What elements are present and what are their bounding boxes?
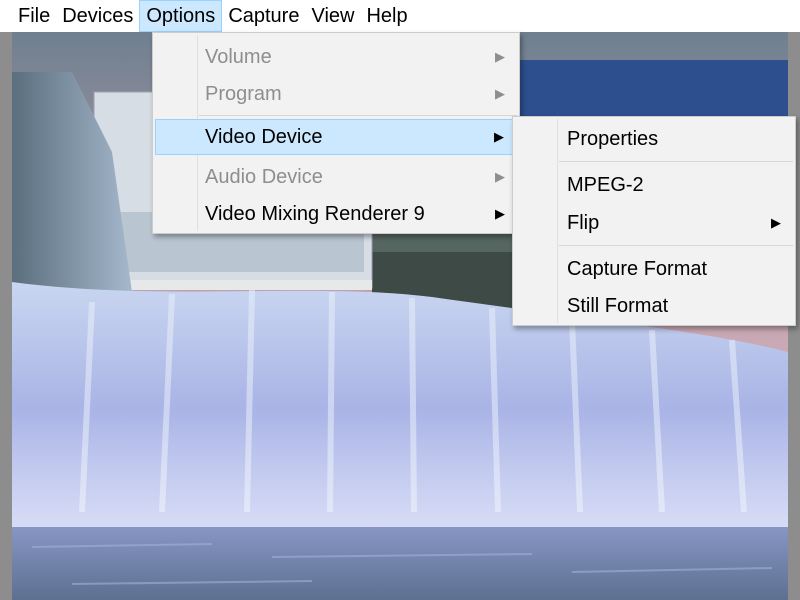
menu-item-label: Program bbox=[205, 83, 282, 105]
menu-item-audio-device[interactable]: Audio Device ▶ bbox=[155, 159, 517, 195]
menu-item-label: Audio Device bbox=[205, 166, 323, 188]
submenu-arrow-icon: ▶ bbox=[495, 169, 505, 184]
menu-capture[interactable]: Capture bbox=[222, 0, 305, 32]
menu-item-label: Flip bbox=[567, 212, 600, 234]
menu-item-label: Video Mixing Renderer 9 bbox=[205, 203, 425, 225]
menu-item-label: Volume bbox=[205, 46, 272, 68]
menu-item-video-device[interactable]: Video Device ▶ bbox=[155, 119, 517, 155]
menu-help[interactable]: Help bbox=[360, 0, 413, 32]
menu-item-program[interactable]: Program ▶ bbox=[155, 76, 517, 112]
submenu-arrow-icon: ▶ bbox=[495, 86, 505, 101]
menu-item-volume[interactable]: Volume ▶ bbox=[155, 39, 517, 75]
menu-separator bbox=[199, 115, 517, 116]
options-dropdown-menu: Volume ▶ Program ▶ Video Device ▶ Audio … bbox=[152, 32, 520, 234]
menu-bar: File Devices Options Capture View Help bbox=[0, 0, 800, 32]
menu-item-properties[interactable]: Properties bbox=[515, 121, 793, 157]
menu-devices[interactable]: Devices bbox=[56, 0, 139, 32]
menu-item-still-format[interactable]: Still Format bbox=[515, 288, 793, 324]
window-border-left bbox=[0, 32, 12, 600]
menu-item-label: Still Format bbox=[567, 295, 669, 317]
submenu-arrow-icon: ▶ bbox=[771, 215, 781, 230]
menu-item-video-mixing-renderer-9[interactable]: Video Mixing Renderer 9 ▶ bbox=[155, 196, 517, 232]
menu-item-flip[interactable]: Flip ▶ bbox=[515, 205, 793, 241]
menu-view[interactable]: View bbox=[305, 0, 360, 32]
menu-separator bbox=[559, 161, 793, 162]
submenu-arrow-icon: ▶ bbox=[495, 206, 505, 221]
menu-item-label: Properties bbox=[567, 128, 659, 150]
menu-options[interactable]: Options bbox=[139, 0, 223, 32]
menu-item-label: MPEG-2 bbox=[567, 174, 644, 196]
submenu-arrow-icon: ▶ bbox=[495, 49, 505, 64]
menu-item-label: Capture Format bbox=[567, 258, 708, 280]
menu-item-mpeg-2[interactable]: MPEG-2 bbox=[515, 167, 793, 203]
menu-separator bbox=[559, 245, 793, 246]
menu-file[interactable]: File bbox=[12, 0, 56, 32]
menu-item-label: Video Device bbox=[205, 126, 323, 148]
submenu-arrow-icon: ▶ bbox=[494, 129, 504, 144]
menu-item-capture-format[interactable]: Capture Format bbox=[515, 251, 793, 287]
video-device-submenu: Properties MPEG-2 Flip ▶ Capture Format … bbox=[512, 116, 796, 326]
